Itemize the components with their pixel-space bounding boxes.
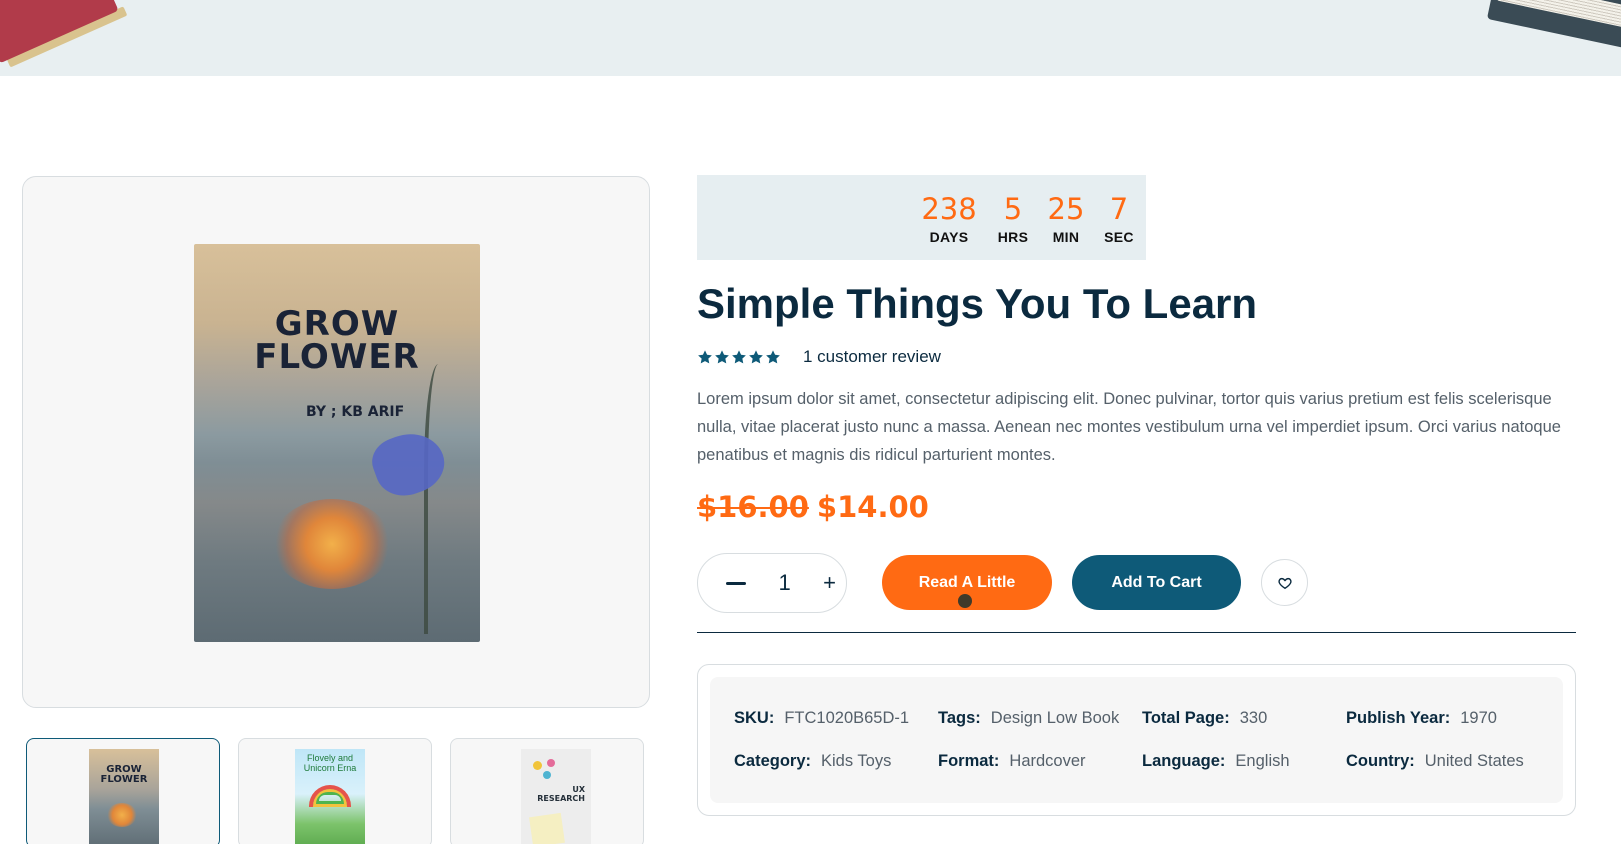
- product-thumbnails: GROW FLOWER Flovely and Unicorn Erna UX …: [26, 738, 646, 844]
- mouse-cursor: [958, 594, 972, 608]
- meta-category-value[interactable]: Kids Toys: [821, 752, 891, 770]
- meta-format-key: Format:: [938, 752, 1000, 770]
- meta-publish-year: Publish Year: 1970: [1346, 709, 1497, 728]
- meta-category: Category: Kids Toys: [734, 752, 891, 771]
- meta-country: Country: United States: [1346, 752, 1524, 771]
- product-main-image[interactable]: GROW FLOWER BY ; KB ARIF: [22, 176, 650, 708]
- page-banner: [0, 0, 1621, 76]
- countdown-hours-value: 5: [1003, 192, 1023, 226]
- meta-language-value: English: [1235, 752, 1290, 770]
- meta-tags-value[interactable]: Design Low Book: [991, 709, 1119, 727]
- meta-sku-key: SKU:: [734, 709, 775, 727]
- countdown-seconds-value: 7: [1109, 192, 1129, 226]
- countdown-hours-label: HRS: [997, 229, 1029, 245]
- rating-stars: [697, 349, 781, 365]
- book-cover-image: GROW FLOWER BY ; KB ARIF: [194, 244, 480, 642]
- countdown-seconds-label: SEC: [1104, 229, 1134, 245]
- meta-total-page-key: Total Page:: [1142, 709, 1230, 727]
- meta-country-key: Country:: [1346, 752, 1415, 770]
- thumbnail-3[interactable]: UX RESEARCH: [450, 738, 644, 844]
- star-icon: [766, 350, 780, 364]
- add-to-cart-button[interactable]: Add To Cart: [1072, 555, 1241, 610]
- countdown-minutes-label: MIN: [1052, 229, 1080, 245]
- countdown-seconds: 7 SEC: [1099, 193, 1139, 245]
- countdown-minutes-value: 25: [1047, 192, 1085, 226]
- countdown-days-label: DAYS: [929, 229, 969, 245]
- meta-total-page: Total Page: 330: [1142, 709, 1267, 728]
- meta-country-value: United States: [1424, 752, 1524, 770]
- meta-language: Language: English: [1142, 752, 1290, 771]
- countdown-hours: 5 HRS: [993, 193, 1033, 245]
- meta-tags-key: Tags:: [938, 709, 981, 727]
- meta-tags: Tags: Design Low Book: [938, 709, 1119, 728]
- thumbnail-unicorn-image: Flovely and Unicorn Erna: [295, 749, 365, 844]
- thumbnail-grow-flower-image: GROW FLOWER: [89, 749, 159, 844]
- meta-language-key: Language:: [1142, 752, 1226, 770]
- quantity-increase-button[interactable]: +: [823, 572, 836, 594]
- product-meta-panel: SKU: FTC1020B65D-1 Tags: Design Low Book T…: [710, 677, 1563, 803]
- thumbnail-title: UX RESEARCH: [537, 785, 585, 803]
- meta-total-page-value: 330: [1239, 709, 1268, 727]
- countdown-days: 238 DAYS: [919, 193, 979, 245]
- heart-icon: [1277, 577, 1292, 589]
- product-price: $16.00 $14.00: [697, 490, 929, 524]
- star-icon: [732, 350, 746, 364]
- banner-book-left-image: [0, 0, 128, 68]
- thumbnail-title: GROW FLOWER: [100, 764, 148, 785]
- countdown-days-value: 238: [921, 192, 977, 226]
- meta-format: Format: Hardcover: [938, 752, 1086, 771]
- product-meta-box: SKU: FTC1020B65D-1 Tags: Design Low Book T…: [697, 664, 1576, 816]
- thumbnail-title: Flovely and Unicorn Erna: [303, 753, 357, 773]
- section-divider: [697, 632, 1576, 633]
- quantity-decrease-button[interactable]: [726, 581, 746, 585]
- old-price: $16.00: [697, 490, 809, 524]
- countdown-minutes: 25 MIN: [1043, 193, 1089, 245]
- thumbnail-2[interactable]: Flovely and Unicorn Erna: [238, 738, 432, 844]
- wishlist-button[interactable]: [1261, 559, 1308, 606]
- customer-review-link[interactable]: 1 customer review: [803, 347, 941, 367]
- cover-title: GROW FLOWER: [254, 304, 420, 377]
- product-rating: 1 customer review: [697, 346, 941, 368]
- meta-category-key: Category:: [734, 752, 812, 770]
- sale-price: $14.00: [816, 490, 929, 524]
- meta-sku: SKU: FTC1020B65D-1: [734, 709, 909, 728]
- product-description: Lorem ipsum dolor sit amet, consectetur …: [697, 390, 1561, 464]
- quantity-stepper: 1 +: [697, 553, 847, 613]
- product-title: Simple Things You To Learn: [697, 280, 1258, 327]
- star-icon: [698, 350, 712, 364]
- meta-format-value: Hardcover: [1009, 752, 1086, 770]
- thumbnail-1[interactable]: GROW FLOWER: [26, 738, 220, 844]
- cover-author: BY ; KB ARIF: [306, 404, 405, 420]
- countdown-timer: 238 DAYS 5 HRS 25 MIN 7 SEC: [697, 175, 1146, 260]
- meta-publish-year-value: 1970: [1460, 709, 1497, 727]
- quantity-input[interactable]: 1: [778, 570, 790, 596]
- meta-sku-value: FTC1020B65D-1: [784, 709, 910, 727]
- thumbnail-ux-research-image: UX RESEARCH: [521, 749, 591, 844]
- banner-book-right-image: [1486, 0, 1621, 53]
- star-icon: [749, 350, 763, 364]
- meta-publish-year-key: Publish Year:: [1346, 709, 1451, 727]
- star-icon: [715, 350, 729, 364]
